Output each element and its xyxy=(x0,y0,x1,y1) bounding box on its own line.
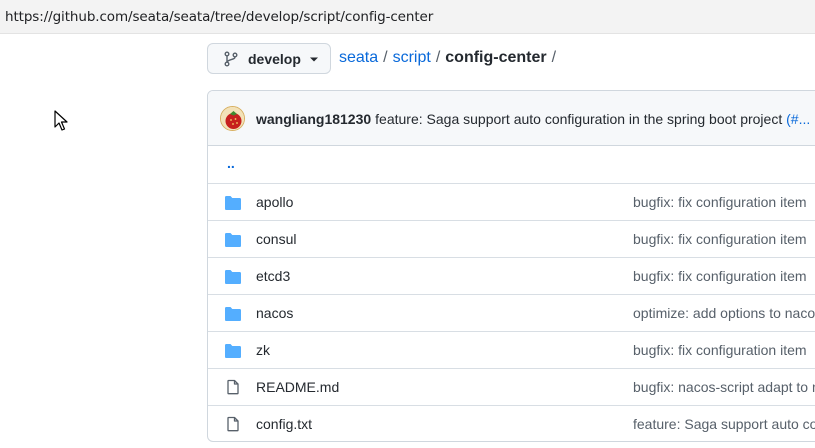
file-icon xyxy=(225,379,241,400)
branch-label: develop xyxy=(248,50,301,67)
folder-icon xyxy=(224,195,242,216)
commit-pr-link[interactable]: #... xyxy=(791,111,810,127)
directory-row[interactable]: zk bugfix: fix configuration item xyxy=(208,331,815,368)
commit-message-link[interactable]: feature: Saga support auto co xyxy=(633,416,815,432)
directory-row[interactable]: etcd3 bugfix: fix configuration item xyxy=(208,257,815,294)
latest-commit-bar: wangliang181230 feature: Saga support aut… xyxy=(208,91,815,146)
breadcrumb-current: config-center xyxy=(445,49,547,66)
folder-icon xyxy=(224,232,242,253)
breadcrumb-separator: / xyxy=(435,49,441,66)
address-url[interactable]: https://github.com/seata/seata/tree/deve… xyxy=(5,9,433,25)
breadcrumb-separator: / xyxy=(383,49,388,66)
commit-message-link[interactable]: optimize: add options to naco xyxy=(633,305,815,321)
git-branch-icon xyxy=(224,51,238,66)
breadcrumb: seata / script / config-center / xyxy=(339,49,561,67)
file-list-box: wangliang181230 feature: Saga support aut… xyxy=(207,90,815,442)
breadcrumb-repo-link[interactable]: seata xyxy=(339,49,378,66)
directory-link[interactable]: etcd3 xyxy=(256,268,290,284)
avatar[interactable] xyxy=(220,106,245,131)
directory-row[interactable]: nacos optimize: add options to naco xyxy=(208,294,815,331)
commit-message-link[interactable]: bugfix: fix configuration item xyxy=(633,231,807,247)
file-link[interactable]: README.md xyxy=(256,379,339,395)
file-link[interactable]: config.txt xyxy=(256,416,312,432)
file-row[interactable]: README.md bugfix: nacos-script adapt to n xyxy=(208,368,815,405)
directory-link[interactable]: apollo xyxy=(256,194,293,210)
parent-directory-link[interactable]: .. xyxy=(227,155,235,171)
directory-link[interactable]: nacos xyxy=(256,305,293,321)
commit-author-link[interactable]: wangliang181230 xyxy=(256,111,371,127)
directory-row[interactable]: apollo bugfix: fix configuration item xyxy=(208,183,815,220)
folder-icon xyxy=(224,306,242,327)
branch-select-button[interactable]: develop xyxy=(207,43,331,74)
address-bar[interactable]: https://github.com/seata/seata/tree/deve… xyxy=(0,0,815,34)
caret-down-icon xyxy=(309,57,318,61)
commit-message-link[interactable]: bugfix: fix configuration item xyxy=(633,268,807,284)
file-row[interactable]: config.txt feature: Saga support auto co xyxy=(208,405,815,441)
commit-message-link[interactable]: bugfix: fix configuration item xyxy=(633,194,807,210)
folder-icon xyxy=(224,343,242,364)
directory-link[interactable]: zk xyxy=(256,342,270,358)
directory-link[interactable]: consul xyxy=(256,231,296,247)
parent-directory-row[interactable]: .. xyxy=(208,146,815,183)
file-icon xyxy=(225,416,241,437)
commit-message-link[interactable]: bugfix: fix configuration item xyxy=(633,342,807,358)
breadcrumb-script-link[interactable]: script xyxy=(393,49,431,66)
directory-row[interactable]: consul bugfix: fix configuration item xyxy=(208,220,815,257)
commit-message-link[interactable]: feature: Saga support auto configuration… xyxy=(375,111,782,127)
commit-message-link[interactable]: bugfix: nacos-script adapt to n xyxy=(633,379,815,395)
folder-icon xyxy=(224,269,242,290)
mouse-pointer-icon xyxy=(54,110,68,131)
breadcrumb-separator: / xyxy=(551,49,557,66)
